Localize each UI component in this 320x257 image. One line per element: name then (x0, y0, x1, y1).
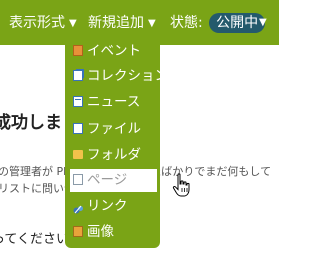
menu-item-link[interactable]: リンク (73, 195, 157, 218)
add-new-menu-label: 新規追加 (88, 15, 144, 31)
menu-item-label: ページ (87, 172, 128, 188)
menu-item-label: ファイル (87, 121, 141, 137)
file-icon (73, 122, 83, 134)
event-icon (73, 44, 83, 56)
menu-item-image[interactable]: 画像 (73, 221, 157, 244)
hand-cursor-icon (172, 173, 190, 197)
menu-item-news[interactable]: ニュース (73, 91, 157, 114)
chevron-down-icon: ▼ (148, 18, 156, 29)
menu-item-label: 画像 (87, 224, 114, 240)
menu-item-event[interactable]: イベント (73, 40, 157, 63)
folder-icon (73, 149, 83, 159)
menu-item-label: ニュース (87, 94, 141, 110)
status-menu-button[interactable]: 状態: 公開中 (170, 13, 266, 33)
menu-item-collection[interactable]: コレクション (73, 65, 168, 88)
chevron-down-icon: ▼ (69, 18, 77, 29)
chevron-down-icon[interactable]: ▼ (259, 13, 267, 33)
menu-item-label: リンク (87, 198, 128, 214)
status-label: 状態: (170, 15, 203, 31)
add-new-menu-button[interactable]: 新規追加 ▼ (88, 13, 156, 33)
menu-item-page[interactable]: ページ (70, 169, 157, 192)
body-text-line-1-end: たばかりでまだ何もして (150, 165, 272, 178)
view-menu-button[interactable]: 表示形式 ▼ (9, 13, 77, 33)
news-icon (73, 95, 83, 107)
menu-item-label: フォルダ (87, 147, 141, 163)
view-menu-label: 表示形式 (9, 15, 65, 31)
menu-item-label: イベント (87, 43, 141, 59)
body-text-line-2: リストに問い合 (0, 182, 75, 195)
menu-item-label: コレクション (87, 68, 168, 84)
status-badge: 公開中 (209, 13, 266, 33)
image-icon (73, 225, 83, 237)
menu-item-folder[interactable]: フォルダ (73, 144, 157, 167)
menu-item-file[interactable]: ファイル (73, 118, 157, 141)
collection-icon (73, 69, 83, 81)
page-icon (73, 173, 83, 185)
link-icon (73, 200, 83, 213)
add-new-dropdown: イベント コレクション ニュース ファイル フォルダ ページ リンク 画像 (65, 33, 168, 248)
body-text-line-1-start: の管理者が Pl (0, 165, 67, 178)
